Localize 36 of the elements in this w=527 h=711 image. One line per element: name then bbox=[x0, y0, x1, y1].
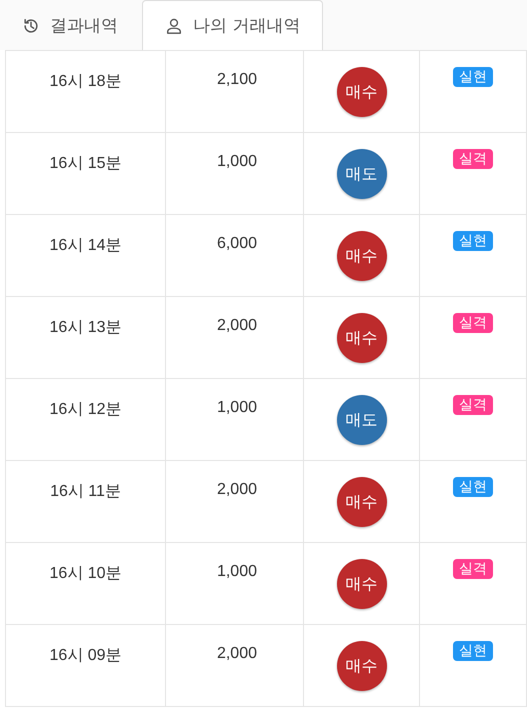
time-text: 16시 11분 bbox=[50, 482, 121, 502]
trade-side-badge: 매수 bbox=[336, 67, 386, 117]
trade-side-badge: 매수 bbox=[336, 477, 386, 527]
trade-side-badge: 매수 bbox=[336, 313, 386, 363]
tab[interactable]: 결과내역 bbox=[0, 1, 140, 50]
time-text: 16시 13분 bbox=[49, 318, 122, 338]
time-text: 16시 18분 bbox=[49, 72, 122, 92]
trade-side-badge: 매도 bbox=[336, 149, 386, 199]
result-tag: 실격 bbox=[453, 395, 493, 415]
result-tag: 실격 bbox=[453, 559, 493, 579]
result-tag: 실격 bbox=[453, 313, 493, 333]
trade-side-badge: 매수 bbox=[336, 641, 386, 691]
result-tag: 실현 bbox=[453, 477, 493, 497]
tab[interactable]: 나의 거래내역 bbox=[142, 0, 324, 50]
amount-text: 1,000 bbox=[216, 153, 257, 171]
amount-text: 2,000 bbox=[216, 481, 257, 499]
time-text: 16시 12분 bbox=[49, 400, 122, 420]
amount-text: 2,100 bbox=[216, 71, 257, 89]
time-text: 16시 09분 bbox=[49, 646, 122, 666]
result-tag: 실현 bbox=[453, 231, 493, 251]
result-tag: 실현 bbox=[453, 67, 493, 87]
time-text: 16시 15분 bbox=[49, 154, 122, 174]
result-tag: 실격 bbox=[453, 149, 493, 169]
history-icon bbox=[22, 16, 40, 34]
trade-side-badge: 매수 bbox=[336, 559, 386, 609]
trade-side-badge: 매수 bbox=[336, 231, 386, 281]
amount-text: 1,000 bbox=[216, 563, 257, 581]
amount-text: 6,000 bbox=[216, 235, 257, 253]
amount-text: 2,000 bbox=[216, 645, 257, 663]
amount-text: 1,000 bbox=[216, 399, 257, 417]
time-text: 16시 10분 bbox=[49, 564, 122, 584]
result-tag: 실현 bbox=[453, 641, 493, 661]
time-text: 16시 14분 bbox=[49, 236, 122, 256]
trade-side-badge: 매도 bbox=[336, 395, 386, 445]
user-icon bbox=[165, 16, 183, 34]
amount-text: 2,000 bbox=[216, 317, 257, 335]
